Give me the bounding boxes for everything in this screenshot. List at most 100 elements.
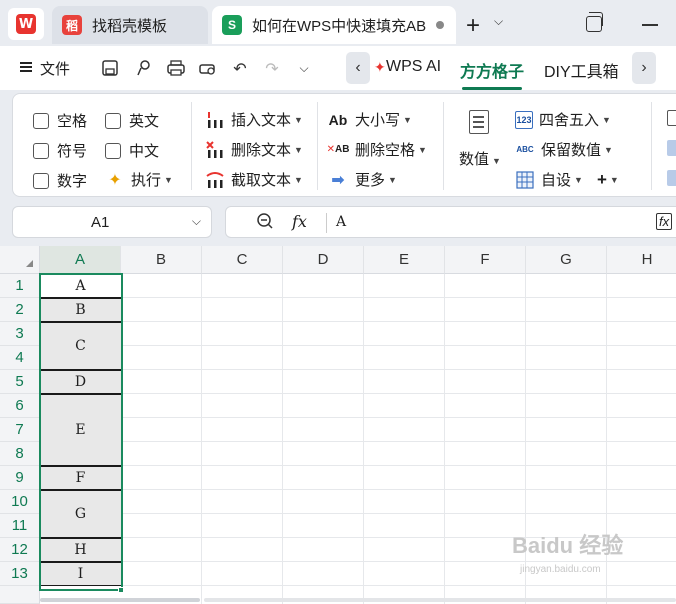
horizontal-scroll-track[interactable]: [204, 598, 676, 602]
checkbox-symbol[interactable]: 符号: [33, 140, 87, 161]
cell-a12[interactable]: H: [40, 538, 121, 562]
keep-value-button[interactable]: ABC 保留数值 ▼: [515, 139, 613, 160]
row-header[interactable]: 2: [0, 298, 40, 322]
new-tab-plus-icon[interactable]: +: [466, 12, 480, 40]
clipboard-icon[interactable]: [667, 110, 676, 126]
cell-a9[interactable]: F: [40, 466, 121, 490]
column-header-f[interactable]: F: [445, 246, 526, 274]
print-preview-icon[interactable]: [198, 59, 218, 79]
tab-docer[interactable]: 稻 找稻壳模板: [52, 6, 208, 44]
save-icon[interactable]: [100, 59, 120, 79]
column-header-c[interactable]: C: [202, 246, 283, 274]
cell-a5[interactable]: D: [40, 370, 121, 394]
cell-a1[interactable]: A: [40, 274, 121, 298]
row-header[interactable]: 5: [0, 370, 40, 394]
function-wizard-icon[interactable]: fx: [656, 213, 673, 230]
extract-text-button[interactable]: 截取文本 ▼: [205, 169, 303, 190]
export-icon[interactable]: [134, 59, 154, 79]
tab-list-chevron-icon[interactable]: ⌵: [494, 14, 503, 29]
more-label: 更多: [355, 172, 386, 189]
checkbox-english[interactable]: 英文: [105, 110, 159, 131]
print-icon[interactable]: [166, 59, 186, 79]
row-header[interactable]: 10: [0, 490, 40, 514]
quick-access-more-icon[interactable]: ⌵: [294, 61, 314, 81]
row-header[interactable]: 1: [0, 274, 40, 298]
zoom-search-icon[interactable]: [256, 212, 274, 235]
column-header-h[interactable]: H: [607, 246, 676, 274]
checkbox-chinese[interactable]: 中文: [105, 140, 159, 161]
cell-a13[interactable]: I: [40, 562, 121, 586]
column-header-g[interactable]: G: [526, 246, 607, 274]
file-menu[interactable]: 文件: [40, 58, 70, 79]
row-header[interactable]: 9: [0, 466, 40, 490]
tab-spreadsheet[interactable]: S 如何在WPS中快速填充AB: [212, 6, 456, 44]
tab-wps-ai[interactable]: WPS AI: [386, 58, 441, 76]
menu-hamburger-icon[interactable]: [20, 62, 32, 72]
more-button[interactable]: ➡ 更多 ▼: [327, 169, 397, 190]
row-header[interactable]: 13: [0, 562, 40, 586]
select-all-corner[interactable]: [0, 246, 40, 274]
cell-a3-merged[interactable]: C: [40, 322, 121, 370]
undo-icon[interactable]: ↶: [230, 59, 250, 79]
column-header-a[interactable]: A: [40, 246, 121, 274]
value-doc-icon: [469, 110, 489, 134]
row-header[interactable]: 8: [0, 442, 40, 466]
insert-text-label: 插入文本: [231, 112, 292, 129]
fill-handle[interactable]: [118, 587, 124, 593]
unsaved-dot-icon[interactable]: [436, 21, 444, 29]
column-header-e[interactable]: E: [364, 246, 445, 274]
gridline: [282, 274, 283, 604]
spreadsheet-grid[interactable]: A B C D E F G H 1 2 3 4 5 6 7 8 9 10 11 …: [0, 246, 676, 604]
cell-a6-merged[interactable]: E: [40, 394, 121, 466]
ribbon-side-icon[interactable]: [667, 170, 676, 186]
row-header[interactable]: 11: [0, 514, 40, 538]
tab-label: 如何在WPS中快速填充AB: [252, 17, 427, 35]
delete-space-icon: ✕ AB: [326, 144, 350, 155]
delete-space-button[interactable]: ✕ AB 删除空格 ▼: [327, 139, 427, 160]
horizontal-scrollbar[interactable]: [40, 598, 200, 602]
custom-button[interactable]: 自设 ▼ + ▼: [515, 169, 619, 190]
execute-button[interactable]: ✦ 执行 ▼: [105, 169, 173, 190]
redo-icon[interactable]: ↷: [262, 59, 282, 79]
round-button[interactable]: 123 四舍五入 ▼: [515, 109, 611, 130]
add-plus-icon[interactable]: +: [597, 170, 607, 190]
wps-logo-button[interactable]: W: [8, 8, 44, 40]
function-icon[interactable]: fx: [292, 212, 307, 231]
value-button[interactable]: 数值 ▼: [457, 108, 505, 184]
divider: [443, 102, 444, 190]
formula-input[interactable]: A: [336, 214, 346, 230]
row-header[interactable]: 4: [0, 346, 40, 370]
wps-ai-icon: ✦: [374, 59, 386, 75]
delete-text-button[interactable]: 删除文本 ▼: [205, 139, 303, 160]
checkbox-label: 符号: [57, 143, 88, 160]
tab-label: 找稻壳模板: [92, 17, 168, 35]
row-header[interactable]: 3: [0, 322, 40, 346]
column-header-d[interactable]: D: [283, 246, 364, 274]
insert-text-button[interactable]: 插入文本 ▼: [205, 109, 303, 130]
row-header[interactable]: 7: [0, 418, 40, 442]
checkbox-number[interactable]: 数字: [33, 170, 87, 191]
gridline: [40, 513, 676, 514]
row-header[interactable]: 12: [0, 538, 40, 562]
restore-window-icon[interactable]: [586, 12, 603, 32]
column-header-b[interactable]: B: [121, 246, 202, 274]
case-button[interactable]: Ab 大小写 ▼: [327, 109, 412, 130]
formula-bar[interactable]: fx A fx: [225, 206, 676, 238]
name-box[interactable]: A1 ⌵: [12, 206, 212, 238]
tab-diy-toolbox[interactable]: DIY工具箱: [544, 58, 619, 82]
minimize-window-icon[interactable]: [642, 24, 658, 26]
chevron-down-icon[interactable]: ⌵: [192, 214, 201, 229]
insert-text-icon: [205, 110, 225, 130]
row-header[interactable]: [0, 586, 40, 604]
checkbox-space[interactable]: 空格: [33, 110, 87, 131]
cell-a10-merged[interactable]: G: [40, 490, 121, 538]
gridline: [40, 321, 676, 322]
row-header[interactable]: 6: [0, 394, 40, 418]
delete-text-label: 删除文本: [231, 142, 292, 159]
cell-reference: A1: [91, 214, 110, 231]
tab-fangfanggezi[interactable]: 方方格子: [460, 58, 524, 90]
ribbon-side-icon[interactable]: [667, 140, 676, 156]
scroll-left-icon[interactable]: ‹: [346, 52, 370, 84]
scroll-right-icon[interactable]: ›: [632, 52, 656, 84]
cell-a2[interactable]: B: [40, 298, 121, 322]
